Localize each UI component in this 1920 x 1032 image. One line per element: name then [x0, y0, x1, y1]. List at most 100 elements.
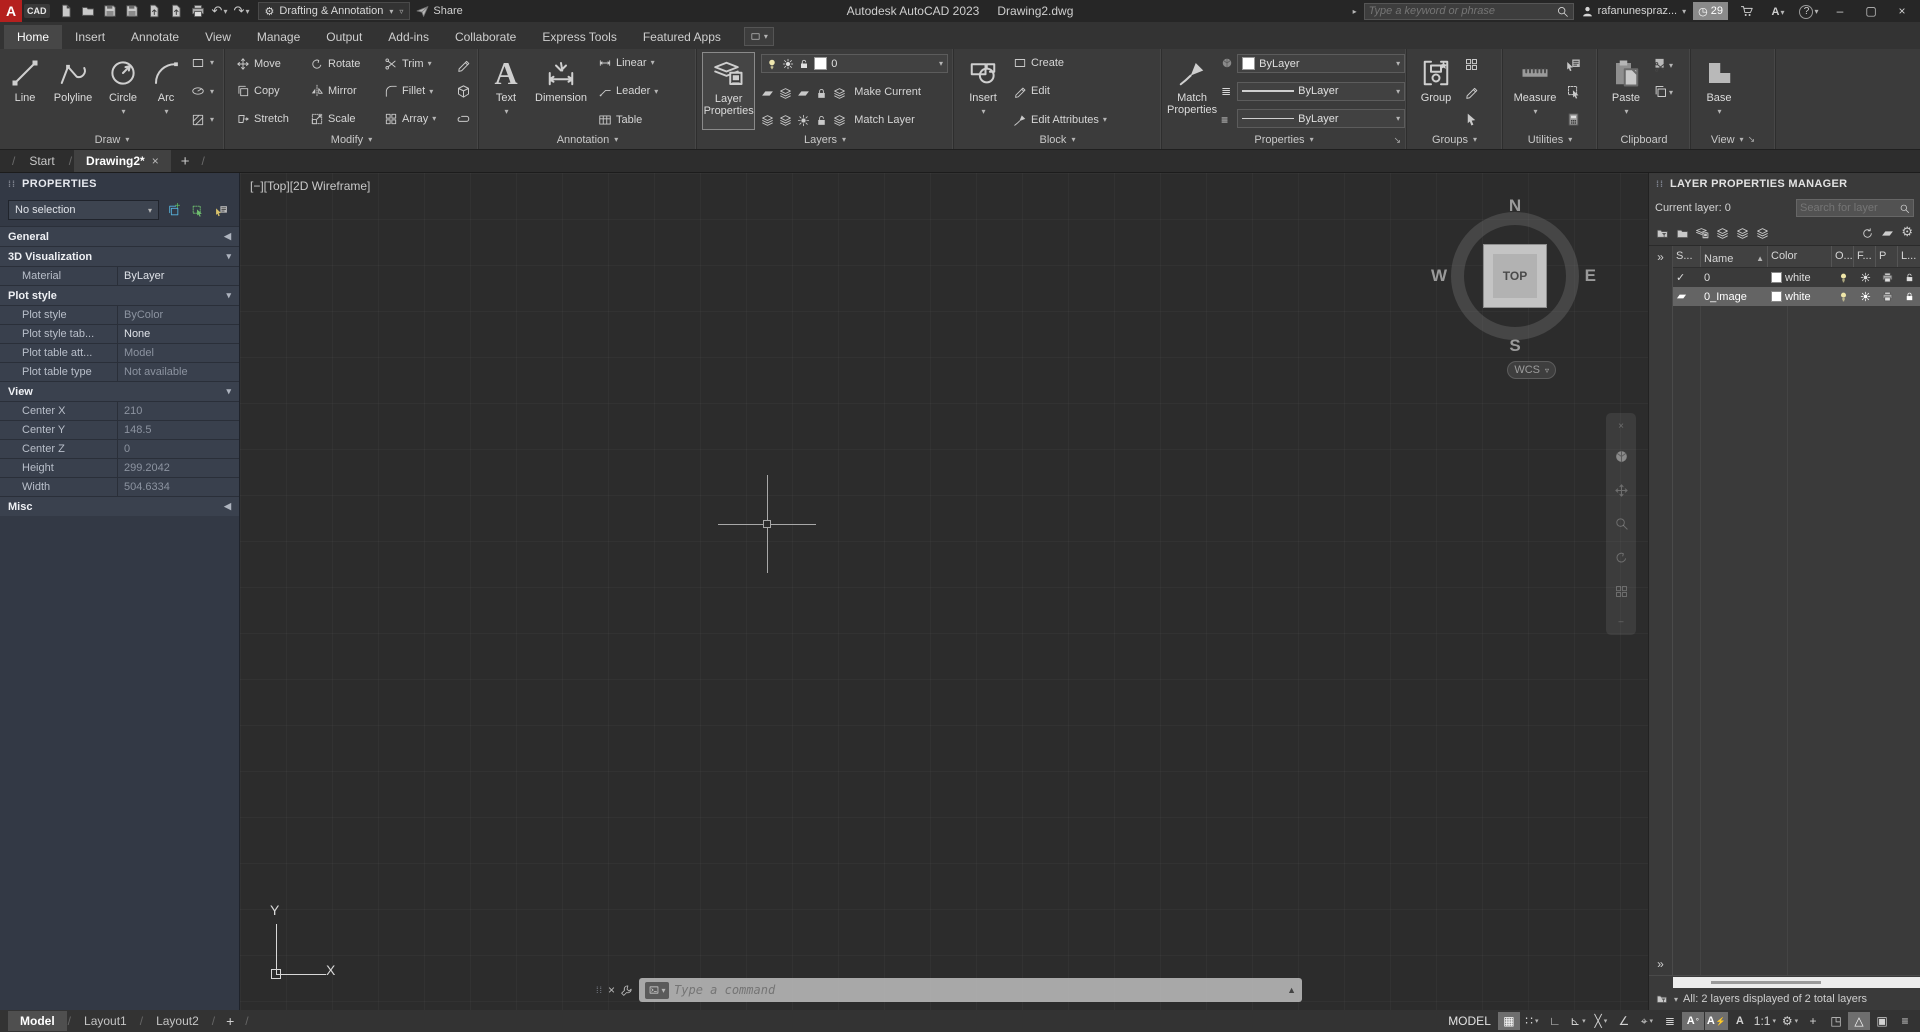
ortho-toggle[interactable]: ∟: [1544, 1012, 1566, 1030]
layout1-tab[interactable]: Layout1: [72, 1011, 139, 1031]
delete-layer-button[interactable]: [1736, 224, 1749, 239]
isodraft-toggle[interactable]: ∠: [1613, 1012, 1635, 1030]
linetype-dropdown[interactable]: ByLayer▾: [1237, 109, 1405, 128]
section-misc[interactable]: Misc◀: [0, 496, 239, 516]
layers-panel-label[interactable]: Layers▾: [697, 130, 953, 149]
filter-inverse-icon[interactable]: [1656, 993, 1668, 1005]
explode-button[interactable]: [456, 83, 471, 100]
tab-featured-apps[interactable]: Featured Apps: [630, 25, 734, 49]
mirror-button[interactable]: Mirror: [306, 83, 380, 100]
layer-search-input[interactable]: [1800, 202, 1899, 214]
pan-icon[interactable]: [1614, 481, 1629, 498]
layer-on-toggle[interactable]: [1832, 291, 1854, 302]
selection-type-dropdown[interactable]: No selection▾: [8, 200, 159, 220]
close-button[interactable]: ×: [1890, 4, 1914, 18]
annotation-monitor-button[interactable]: +: [1802, 1012, 1824, 1030]
expand-filter-tree-button[interactable]: »: [1657, 957, 1664, 971]
drawing-canvas[interactable]: [−][Top][2D Wireframe] TOP N S W E WCS▿ …: [240, 173, 1648, 1010]
base-button[interactable]: Base▾: [1696, 52, 1742, 130]
group-button[interactable]: Group: [1412, 52, 1460, 130]
command-close-icon[interactable]: ×: [608, 983, 615, 997]
viewport-controls[interactable]: [−][Top][2D Wireframe]: [250, 179, 370, 193]
workspace-switcher[interactable]: ⚙ Drafting & Annotation ▾ ▿: [258, 2, 411, 20]
settings-gear-button[interactable]: ⚙: [1901, 224, 1913, 240]
new-layer-button[interactable]: [1696, 224, 1709, 239]
grid-toggle[interactable]: ▦: [1498, 1012, 1520, 1030]
palette-grip-icon[interactable]: ⁞⁞: [8, 179, 16, 189]
property-row[interactable]: Width504.6334: [0, 477, 239, 496]
copy-clip-button[interactable]: ▾: [1653, 82, 1673, 99]
tab-annotate[interactable]: Annotate: [118, 25, 192, 49]
layer-lock-toggle[interactable]: [1898, 272, 1920, 283]
restore-button[interactable]: ▢: [1859, 4, 1883, 18]
autocad-logo[interactable]: A: [0, 0, 22, 22]
redo-button[interactable]: ↷▾: [232, 1, 252, 21]
color-wheel-icon[interactable]: [1221, 55, 1233, 69]
view-panel-label[interactable]: View▾↘: [1691, 130, 1775, 149]
select-all-button[interactable]: [1566, 83, 1581, 100]
workspace-switching-button[interactable]: ⚙▾: [1779, 1012, 1801, 1030]
help-menu[interactable]: ?▾: [1797, 3, 1821, 19]
layer-lock-toggle[interactable]: [1898, 291, 1920, 302]
make-current-button[interactable]: Make Current: [851, 84, 924, 101]
layer-lock-button[interactable]: [815, 84, 828, 99]
layer-settings-states-button[interactable]: [1881, 224, 1894, 239]
layer-off-button[interactable]: [761, 84, 774, 99]
select-objects-button[interactable]: [188, 201, 207, 219]
property-row[interactable]: Plot table typeNot available: [0, 362, 239, 381]
copy-button[interactable]: Copy: [232, 83, 306, 100]
layer-freeze-toggle[interactable]: [1854, 272, 1876, 283]
property-row[interactable]: Plot style tab...None: [0, 324, 239, 343]
layer-color-cell[interactable]: white: [1768, 291, 1832, 303]
property-row[interactable]: MaterialByLayer: [0, 266, 239, 285]
toggle-pickadd-button[interactable]: +: [164, 201, 183, 219]
navbar-close-icon[interactable]: ×: [1618, 421, 1624, 432]
fillet-button[interactable]: Fillet▾: [380, 83, 450, 100]
layer-plot-toggle[interactable]: [1876, 272, 1898, 283]
linear-button[interactable]: Linear▾: [594, 54, 684, 71]
stretch-button[interactable]: Stretch: [232, 110, 306, 127]
layer-color-cell[interactable]: white: [1768, 272, 1832, 284]
print-icon[interactable]: [188, 1, 208, 21]
rectangle-button[interactable]: ▾: [187, 54, 217, 71]
file-tab-start[interactable]: Start: [17, 150, 66, 172]
view-dialog-launcher[interactable]: ↘: [1748, 134, 1756, 145]
tab-add-ins[interactable]: Add-ins: [375, 25, 442, 49]
table-button[interactable]: Table: [594, 111, 684, 128]
property-row[interactable]: Center Z0: [0, 439, 239, 458]
lpm-titlebar[interactable]: ⁞⁞ LAYER PROPERTIES MANAGER: [1649, 173, 1920, 195]
tab-manage[interactable]: Manage: [244, 25, 313, 49]
layer-row-0-image[interactable]: 0_Image white: [1673, 287, 1920, 306]
graphics-performance-button[interactable]: △: [1848, 1012, 1870, 1030]
file-tab-drawing2[interactable]: Drawing2* ×: [74, 150, 171, 172]
collapse-filter-tree-button[interactable]: »: [1657, 250, 1664, 264]
new-property-filter-button[interactable]: [1656, 224, 1669, 239]
palette-grip-icon[interactable]: ⁞⁞: [1656, 179, 1664, 189]
minimize-button[interactable]: –: [1828, 4, 1852, 18]
text-button[interactable]: A Text▾: [484, 52, 528, 130]
group-selection-button[interactable]: [1464, 110, 1479, 127]
section-3d-visualization[interactable]: 3D Visualization▾: [0, 246, 239, 266]
ucs-icon[interactable]: TOP Y X: [264, 910, 344, 988]
showmotion-icon[interactable]: [1614, 583, 1629, 600]
linetype-icon[interactable]: ≡: [1221, 113, 1233, 127]
tab-home[interactable]: Home: [4, 25, 62, 49]
layer-on-button[interactable]: [761, 112, 774, 127]
edit-attributes-button[interactable]: Edit Attributes▾: [1009, 111, 1149, 128]
clean-screen-button[interactable]: ▣: [1871, 1012, 1893, 1030]
refresh-button[interactable]: [1861, 224, 1874, 239]
layer-plot-toggle[interactable]: [1876, 291, 1898, 302]
layer-list-header[interactable]: S... Name▲ Color O... F... P L...: [1673, 246, 1920, 268]
property-row[interactable]: Center Y148.5: [0, 420, 239, 439]
chevron-down-icon[interactable]: ▾: [1674, 995, 1678, 1004]
section-plot-style[interactable]: Plot style▾: [0, 285, 239, 305]
layer-row-0[interactable]: ✓ 0 white: [1673, 268, 1920, 287]
viewcube-south[interactable]: S: [1509, 336, 1520, 356]
viewcube-east[interactable]: E: [1585, 266, 1596, 286]
command-input-field[interactable]: ▾ ▲: [639, 978, 1302, 1002]
share-button[interactable]: Share: [416, 5, 462, 18]
tab-view[interactable]: View: [192, 25, 244, 49]
cart-icon[interactable]: [1735, 4, 1759, 19]
groups-panel-label[interactable]: Groups▾: [1407, 130, 1502, 149]
section-general[interactable]: General◀: [0, 226, 239, 246]
